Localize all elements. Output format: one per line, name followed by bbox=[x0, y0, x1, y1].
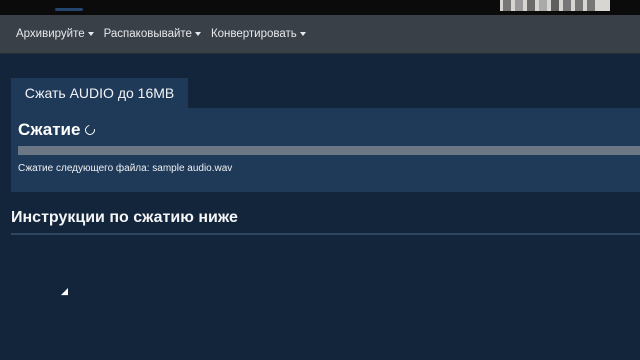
thumbnail bbox=[587, 0, 595, 11]
mouse-cursor-icon bbox=[60, 288, 72, 299]
nav-extract-label: Распаковывайте bbox=[103, 28, 192, 40]
thumbnail bbox=[575, 0, 583, 11]
logo[interactable] bbox=[55, 8, 83, 11]
status-text: Сжатие следующего файла: sample audio.wa… bbox=[18, 163, 233, 174]
panel-title-text: Сжатие bbox=[18, 120, 81, 139]
thumbnail bbox=[551, 0, 559, 11]
panel-title: Сжатие bbox=[18, 120, 98, 140]
top-bar bbox=[0, 0, 640, 15]
thumbnail bbox=[503, 0, 511, 11]
thumbnail bbox=[515, 0, 523, 11]
caret-down-icon bbox=[299, 32, 306, 36]
instructions-heading: Инструкции по сжатию ниже bbox=[11, 209, 238, 226]
nav-archive-label: Архивируйте bbox=[16, 28, 85, 40]
tab-compress-audio[interactable]: Сжать AUDIO до 16MB bbox=[11, 78, 188, 108]
nav-archive-dropdown[interactable]: Архивируйте bbox=[16, 28, 94, 40]
tab-label: Сжать AUDIO до 16MB bbox=[24, 85, 175, 101]
progress-bar bbox=[18, 146, 640, 155]
caret-down-icon bbox=[87, 32, 94, 36]
thumbnail bbox=[539, 0, 547, 11]
thumbnail bbox=[563, 0, 571, 11]
thumbnail bbox=[527, 0, 535, 11]
video-thumbnails bbox=[500, 0, 610, 11]
loading-spinner-icon bbox=[83, 123, 98, 137]
nav-convert-label: Конвертировать bbox=[210, 28, 297, 40]
nav-extract-dropdown[interactable]: Распаковывайте bbox=[104, 28, 201, 40]
divider bbox=[11, 233, 640, 235]
nav-convert-dropdown[interactable]: Конвертировать bbox=[211, 28, 306, 40]
caret-down-icon bbox=[194, 32, 201, 36]
compression-panel: Сжатие Сжатие следующего файла: sample a… bbox=[11, 108, 640, 192]
main-navbar: Архивируйте Распаковывайте Конвертироват… bbox=[0, 15, 640, 54]
